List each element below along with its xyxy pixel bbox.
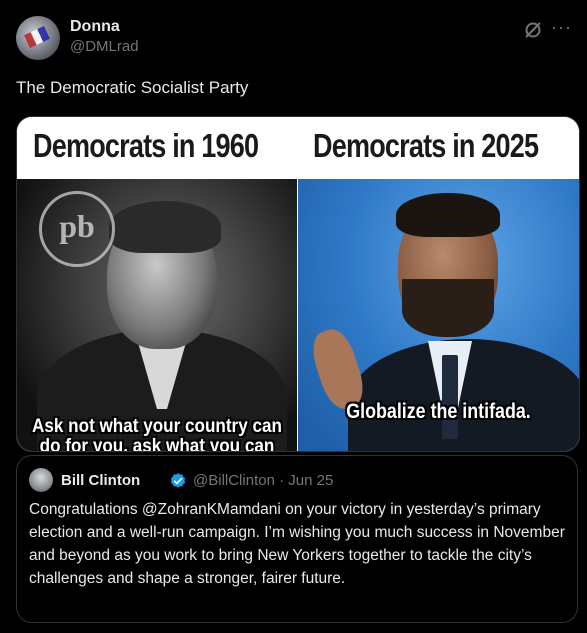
banner-left-text: Democrats in 1960 <box>33 127 259 164</box>
quoted-post-card[interactable]: Bill Clinton @BillClinton · Jun 25 Congr… <box>16 455 578 623</box>
quoted-handle-date: @BillClinton · Jun 25 <box>193 472 334 489</box>
watermark-logo: pb <box>39 191 115 267</box>
banner-right-text: Democrats in 2025 <box>313 127 539 164</box>
caption-left: Ask not what your country can do for you… <box>32 416 282 452</box>
quoted-avatar[interactable] <box>29 468 53 492</box>
avatar[interactable] <box>16 16 60 60</box>
right-figure-beard <box>402 279 494 337</box>
left-figure-hair <box>109 201 221 253</box>
caption-right: Globalize the intifada. <box>346 400 531 423</box>
post-header: Donna @DMLrad ··· <box>16 16 571 60</box>
more-icon[interactable]: ··· <box>551 18 571 38</box>
quoted-author-name[interactable]: Bill Clinton <box>61 472 140 489</box>
verified-badge-icon <box>170 473 186 488</box>
grok-icon[interactable] <box>523 20 543 40</box>
post-text: The Democratic Socialist Party <box>16 78 249 97</box>
image-banner: Democrats in 1960 Democrats in 2025 <box>17 117 579 179</box>
quoted-post-text: Congratulations @ZohranKMamdani on your … <box>29 501 565 587</box>
right-figure-hair <box>396 193 500 237</box>
author-handle[interactable]: @DMLrad <box>70 38 139 55</box>
right-figure-tie <box>442 355 458 439</box>
left-photo-panel: pb <box>17 179 297 451</box>
post-media-image[interactable]: Democrats in 1960 Democrats in 2025 pb A… <box>16 116 580 452</box>
author-name[interactable]: Donna <box>70 18 120 36</box>
